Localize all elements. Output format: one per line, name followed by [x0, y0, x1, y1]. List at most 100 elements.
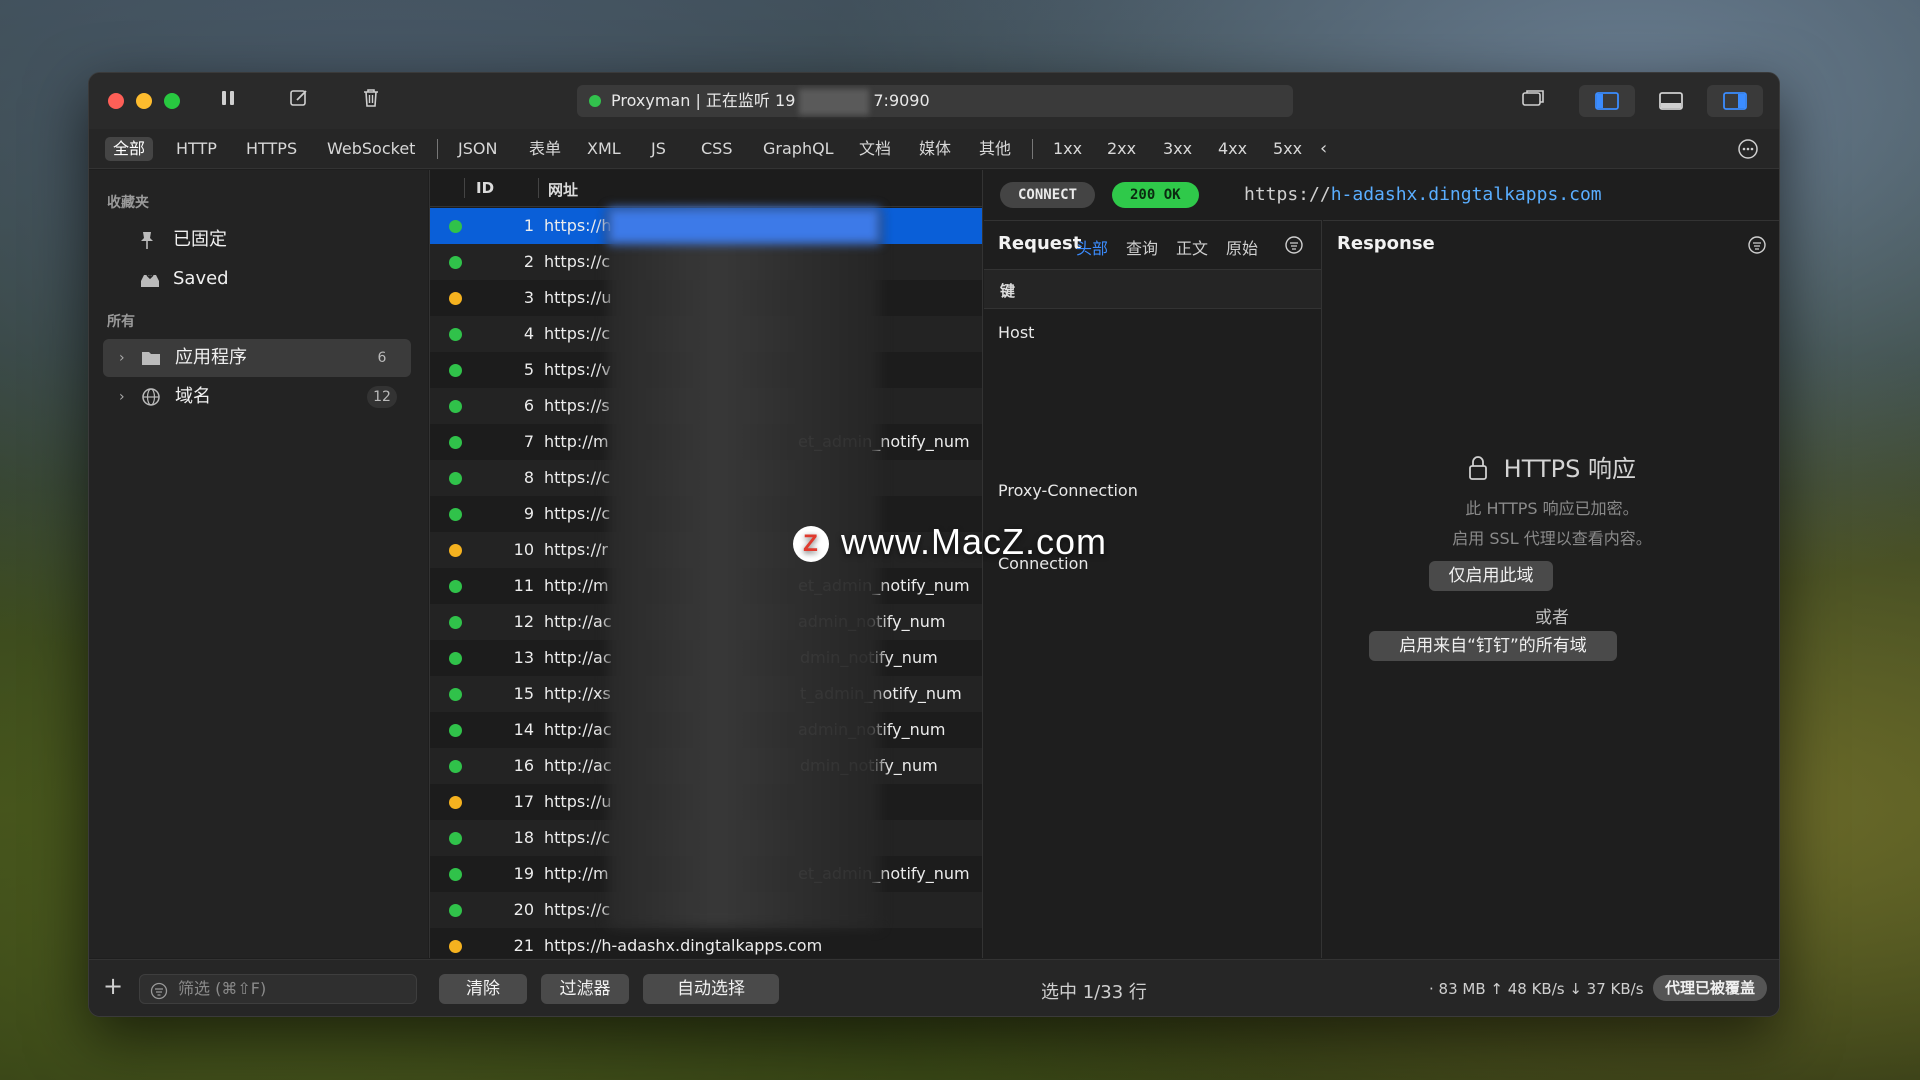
filter-tab-2xx[interactable]: 2xx — [1099, 137, 1144, 161]
listening-status-text: Proxyman | 正在监听 19 — [611, 91, 796, 110]
row-id: 7 — [523, 432, 534, 451]
close-window-button[interactable] — [108, 93, 124, 109]
filter-tab-form[interactable]: 表单 — [521, 137, 569, 161]
tab-body[interactable]: 正文 — [1176, 235, 1208, 259]
chevron-left-icon[interactable]: ‹ — [1312, 137, 1335, 161]
chevron-right-icon[interactable]: › — [119, 378, 125, 416]
auto-select-button[interactable]: 自动选择 — [643, 974, 779, 1004]
row-url: https://s — [544, 396, 610, 415]
windows-icon[interactable] — [1519, 87, 1547, 115]
filter-tab-document[interactable]: 文档 — [851, 137, 899, 161]
request-url[interactable]: https://h-adashx.dingtalkapps.com — [1244, 182, 1602, 208]
table-row[interactable]: 21 https://h-adashx.dingtalkapps.com — [430, 928, 982, 958]
zoom-window-button[interactable] — [164, 93, 180, 109]
sidebar-right-icon — [1723, 92, 1747, 110]
filter-button[interactable]: 过滤器 — [541, 974, 629, 1004]
watermark-text: www.MacZ.com — [841, 521, 1108, 562]
filter-tab-json[interactable]: JSON — [450, 137, 505, 161]
sidebar-item-label: 应用程序 — [175, 347, 247, 368]
toggle-bottom-panel-button[interactable] — [1643, 85, 1699, 117]
request-list: ID 网址 1 https://h 2 https://c 3 https://u 4 htt… — [429, 170, 983, 958]
row-id: 1 — [523, 216, 534, 235]
filter-tab-css[interactable]: CSS — [693, 137, 740, 161]
lock-icon — [1468, 455, 1504, 483]
status-dot — [449, 220, 462, 233]
row-url: http://ac — [544, 720, 612, 739]
status-dot — [449, 328, 462, 341]
sidebar-item-domains[interactable]: › 域名 12 — [103, 378, 411, 416]
sidebar-left-icon — [1595, 92, 1619, 110]
url-host: h-adashx.dingtalkapps.com — [1330, 184, 1602, 205]
clear-button[interactable]: 清除 — [439, 974, 527, 1004]
status-dot — [449, 508, 462, 521]
filter-tab-js[interactable]: JS — [643, 137, 674, 161]
more-tabs-icon[interactable] — [1284, 235, 1306, 259]
header-key-proxy-connection[interactable]: Proxy-Connection — [998, 481, 1138, 500]
tab-query[interactable]: 查询 — [1126, 235, 1158, 259]
filter-icon[interactable] — [1747, 235, 1767, 259]
row-id: 13 — [513, 648, 534, 667]
or-label: 或者 — [1535, 608, 1569, 628]
filter-circle-icon — [150, 981, 168, 1009]
status-dot — [449, 796, 462, 809]
filter-tab-media[interactable]: 媒体 — [911, 137, 959, 161]
more-options-icon[interactable] — [1729, 137, 1767, 161]
filter-tab-5xx[interactable]: 5xx — [1265, 137, 1310, 161]
status-dot — [449, 940, 462, 953]
globe-icon — [141, 378, 165, 421]
row-id: 5 — [523, 360, 534, 379]
filter-tab-https[interactable]: HTTPS — [238, 137, 305, 161]
sidebar-item-count: 12 — [367, 386, 397, 408]
sidebar-item-count: 6 — [377, 350, 387, 366]
filter-placeholder: 筛选 (⌘⇧F) — [178, 979, 267, 998]
pin-icon — [139, 221, 163, 264]
pause-icon[interactable] — [214, 87, 242, 115]
listening-status: Proxyman | 正在监听 19 7:9090 — [577, 85, 1293, 117]
filter-tab-all[interactable]: 全部 — [105, 137, 154, 161]
proxy-overridden-badge[interactable]: 代理已被覆盖 — [1653, 975, 1768, 1001]
row-url: https://r — [544, 540, 608, 559]
column-header-id[interactable]: ID — [476, 179, 494, 197]
compose-icon[interactable] — [285, 87, 313, 115]
filter-tab-http[interactable]: HTTP — [168, 137, 225, 161]
sidebar-item-label: 域名 — [175, 386, 211, 407]
https-response-heading: HTTPS 响应 — [1323, 449, 1779, 484]
row-id: 12 — [513, 612, 534, 631]
chevron-right-icon[interactable]: › — [119, 339, 125, 377]
row-url: http://m — [544, 432, 609, 451]
tab-headers[interactable]: 头部 — [1076, 235, 1108, 259]
filter-tab-other[interactable]: 其他 — [971, 137, 1019, 161]
filter-tab-3xx[interactable]: 3xx — [1155, 137, 1200, 161]
favorites-section-title: 收藏夹 — [107, 195, 149, 211]
row-id: 10 — [513, 540, 534, 559]
all-section-title: 所有 — [107, 314, 135, 330]
minimize-window-button[interactable] — [136, 93, 152, 109]
sidebar-item-saved[interactable]: Saved — [103, 260, 411, 298]
filter-tab-websocket[interactable]: WebSocket — [319, 137, 423, 161]
row-id: 17 — [513, 792, 534, 811]
filter-tab-4xx[interactable]: 4xx — [1210, 137, 1255, 161]
trash-icon[interactable] — [357, 87, 385, 115]
sidebar-item-apps[interactable]: › 应用程序 6 — [103, 339, 411, 377]
toggle-inspector-button[interactable] — [1707, 85, 1763, 117]
https-response-title: HTTPS 响应 — [1503, 455, 1636, 483]
toggle-sidebar-button[interactable] — [1579, 85, 1635, 117]
enable-this-domain-button[interactable]: 仅启用此域 — [1429, 561, 1553, 591]
filter-tab-1xx[interactable]: 1xx — [1045, 137, 1090, 161]
filter-tab-xml[interactable]: XML — [579, 137, 629, 161]
filter-tab-graphql[interactable]: GraphQL — [755, 137, 842, 161]
row-url: https://c — [544, 468, 611, 487]
column-header-url[interactable]: 网址 — [548, 179, 578, 200]
tab-raw[interactable]: 原始 — [1226, 235, 1258, 259]
sidebar-filter-input[interactable]: 筛选 (⌘⇧F) — [139, 974, 417, 1004]
status-dot — [449, 364, 462, 377]
row-id: 18 — [513, 828, 534, 847]
watermark-logo-icon: Z — [793, 526, 829, 563]
row-id: 6 — [523, 396, 534, 415]
sidebar-item-pinned[interactable]: 已固定 — [103, 221, 411, 259]
add-icon[interactable]: + — [103, 972, 123, 1000]
header-key-host[interactable]: Host — [998, 323, 1034, 342]
enable-all-domains-button[interactable]: 启用来自“钉钉”的所有域 — [1369, 631, 1617, 661]
row-id: 15 — [513, 684, 534, 703]
method-badge: CONNECT — [1000, 182, 1096, 208]
